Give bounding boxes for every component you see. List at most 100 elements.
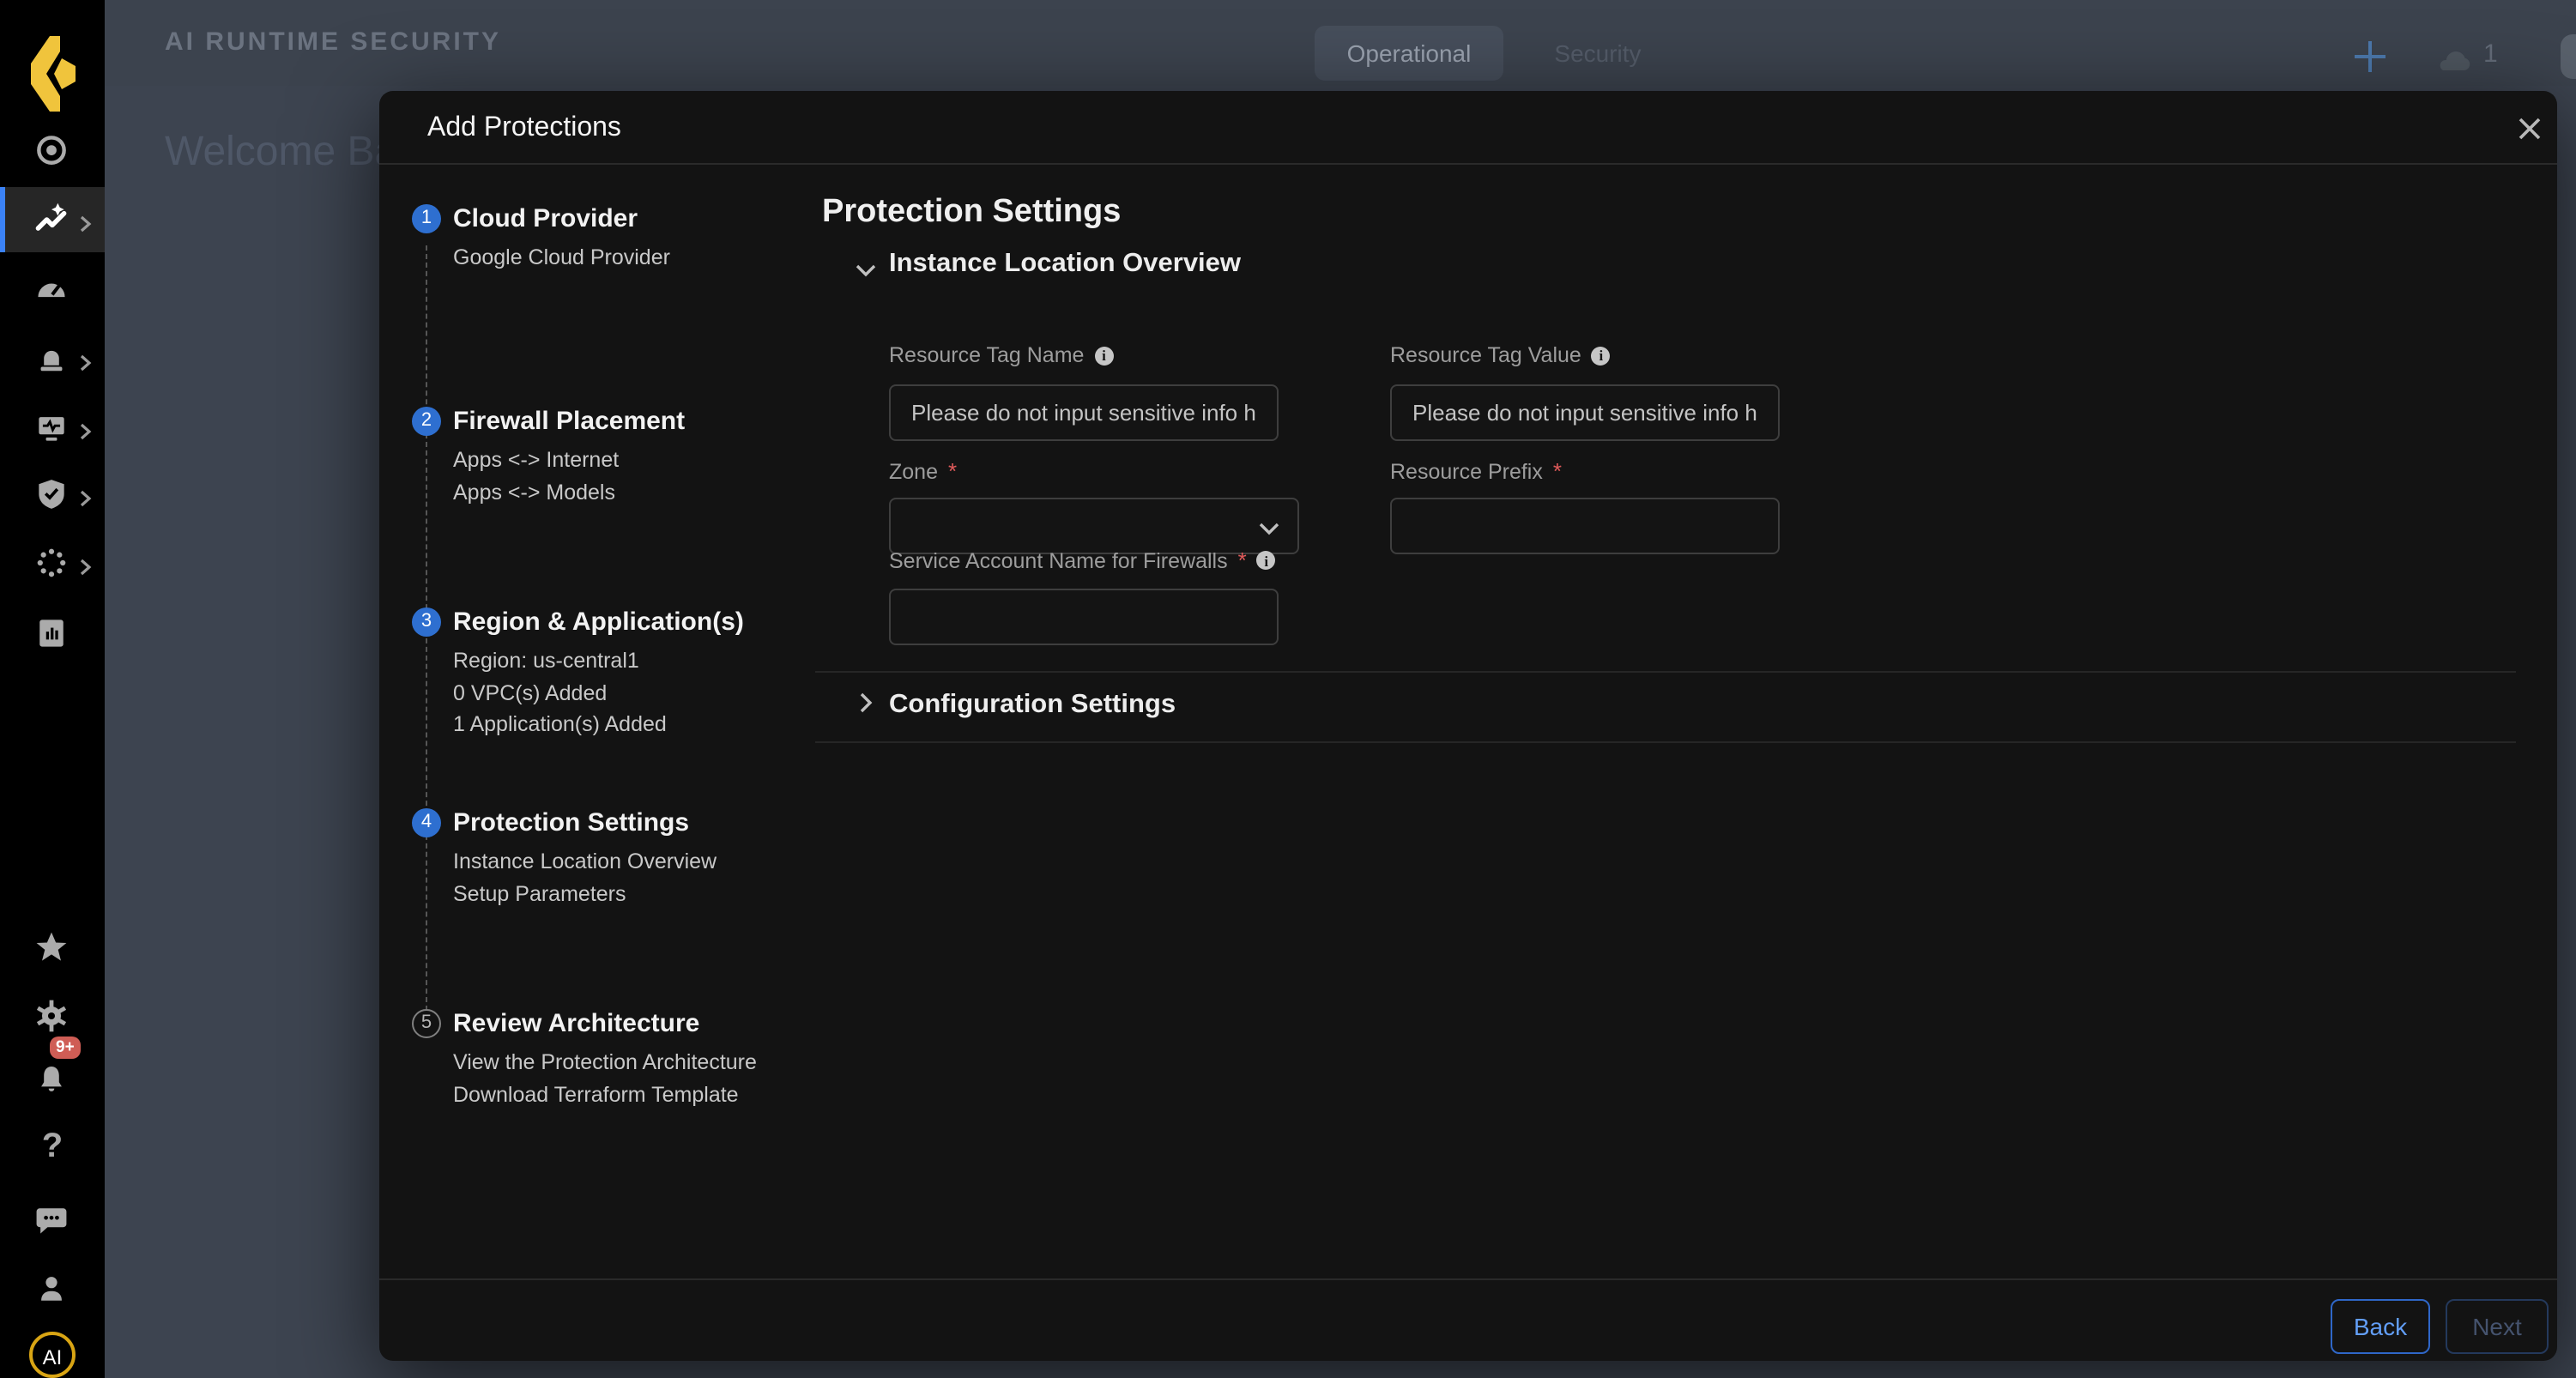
dotted-circle-icon bbox=[33, 544, 70, 582]
sidebar-item-help[interactable]: ? bbox=[0, 1121, 105, 1186]
add-protections-modal: Add Protections 1 Cloud Provider Google … bbox=[379, 91, 2557, 1361]
siren-icon bbox=[33, 340, 70, 378]
sidebar-item-reports[interactable] bbox=[0, 601, 105, 666]
modal-footer: Back Next bbox=[379, 1278, 2557, 1361]
tab-security[interactable]: Security bbox=[1503, 26, 1692, 81]
profile-icon-partial[interactable] bbox=[2561, 34, 2576, 79]
gauge-icon bbox=[33, 269, 70, 307]
wizard-step-protection-settings[interactable]: 4 Protection Settings Instance Location … bbox=[412, 808, 717, 910]
shield-check-icon bbox=[33, 475, 70, 513]
step-subtitle: Apps <-> Internet bbox=[453, 444, 685, 476]
resource-prefix-input[interactable] bbox=[1390, 498, 1780, 554]
sparkle-trend-icon bbox=[33, 201, 70, 239]
step-subtitle: Download Terraform Template bbox=[453, 1079, 757, 1110]
report-icon bbox=[33, 614, 70, 652]
step-subtitle: Google Cloud Provider bbox=[453, 242, 670, 274]
wizard-step-firewall-placement[interactable]: 2 Firewall Placement Apps <-> Internet A… bbox=[412, 407, 685, 508]
step-subtitle: 0 VPC(s) Added bbox=[453, 677, 744, 709]
cloud-count: 1 bbox=[2483, 39, 2498, 69]
step-subtitle: Region: us-central1 bbox=[453, 645, 744, 677]
notification-badge: 9+ bbox=[50, 1037, 81, 1059]
step-number-badge: 3 bbox=[412, 607, 441, 637]
sidebar-item-feedback[interactable] bbox=[0, 1188, 105, 1253]
sidebar-item-shield-policies[interactable] bbox=[0, 462, 105, 527]
section-divider bbox=[815, 741, 2516, 743]
monitor-pulse-icon bbox=[33, 408, 70, 446]
resource-prefix-label: Resource Prefix * bbox=[1390, 458, 1562, 484]
sidebar-item-ai-monitor[interactable] bbox=[0, 187, 105, 252]
step-number-badge: 4 bbox=[412, 808, 441, 837]
bell-icon bbox=[33, 1061, 70, 1098]
required-marker: * bbox=[948, 458, 957, 484]
sidebar-item-ai-assistant[interactable]: AI bbox=[0, 1332, 105, 1378]
step-subtitle: Apps <-> Models bbox=[453, 476, 685, 508]
chevron-right-icon bbox=[79, 211, 93, 230]
next-button[interactable]: Next bbox=[2446, 1299, 2549, 1354]
section-instance-location-overview[interactable]: Instance Location Overview bbox=[889, 249, 1241, 280]
step-subtitle: Instance Location Overview bbox=[453, 846, 717, 878]
step-number-badge: 1 bbox=[412, 204, 441, 233]
sidebar-item-profile[interactable] bbox=[0, 1256, 105, 1321]
step-title: Review Architecture bbox=[453, 1009, 757, 1038]
top-header: AI RUNTIME SECURITY Operational Security… bbox=[105, 0, 2576, 86]
close-icon[interactable] bbox=[2514, 113, 2545, 144]
chevron-right-icon bbox=[79, 554, 93, 573]
service-account-label: Service Account Name for Firewalls * i bbox=[889, 547, 1276, 573]
star-icon bbox=[33, 928, 70, 966]
content-heading: Protection Settings bbox=[822, 194, 1121, 232]
sidebar-item-radar[interactable] bbox=[0, 118, 105, 184]
modal-header: Add Protections bbox=[379, 91, 2557, 165]
section-divider bbox=[815, 671, 2516, 673]
sidebar-item-system-health[interactable] bbox=[0, 395, 105, 460]
required-marker: * bbox=[1553, 458, 1562, 484]
wizard-step-review-architecture[interactable]: 5 Review Architecture View the Protectio… bbox=[412, 1009, 757, 1110]
app-root: AI RUNTIME SECURITY Operational Security… bbox=[0, 0, 2576, 1378]
step-subtitle: View the Protection Architecture bbox=[453, 1047, 757, 1079]
sidebar-item-favorites[interactable] bbox=[0, 915, 105, 980]
modal-title: Add Protections bbox=[427, 91, 621, 165]
sidebar-item-notifications[interactable]: 9+ bbox=[0, 1047, 105, 1112]
ai-avatar: AI bbox=[29, 1332, 76, 1378]
required-marker: * bbox=[1238, 547, 1247, 573]
resource-tag-value-input[interactable] bbox=[1390, 384, 1780, 441]
step-number-badge: 5 bbox=[412, 1009, 441, 1038]
wizard-step-cloud-provider[interactable]: 1 Cloud Provider Google Cloud Provider bbox=[412, 204, 670, 274]
tab-operational[interactable]: Operational bbox=[1315, 26, 1503, 81]
step-title: Protection Settings bbox=[453, 808, 717, 837]
resource-tag-value-label: Resource Tag Value i bbox=[1390, 343, 1611, 367]
chevron-right-icon[interactable] bbox=[858, 692, 880, 714]
step-subtitle: Setup Parameters bbox=[453, 878, 717, 910]
cloud-icon[interactable] bbox=[2434, 43, 2475, 72]
left-sidebar: 9+ ? AI bbox=[0, 0, 105, 1378]
step-subtitle: 1 Application(s) Added bbox=[453, 709, 744, 740]
sidebar-item-alerts[interactable] bbox=[0, 326, 105, 391]
add-icon[interactable] bbox=[2351, 38, 2389, 76]
gear-icon bbox=[33, 997, 70, 1035]
brand-logo-icon[interactable] bbox=[26, 34, 79, 113]
sidebar-item-dashboard[interactable] bbox=[0, 256, 105, 321]
info-icon[interactable]: i bbox=[1592, 346, 1611, 365]
chevron-right-icon bbox=[79, 419, 93, 438]
sidebar-item-processing[interactable] bbox=[0, 530, 105, 595]
zone-select[interactable] bbox=[889, 498, 1299, 554]
step-title: Firewall Placement bbox=[453, 407, 685, 436]
radar-icon bbox=[33, 132, 70, 170]
question-icon: ? bbox=[0, 1127, 105, 1167]
zone-label: Zone * bbox=[889, 458, 957, 484]
back-button[interactable]: Back bbox=[2331, 1299, 2430, 1354]
info-icon[interactable]: i bbox=[1257, 551, 1276, 570]
app-title: AI RUNTIME SECURITY bbox=[165, 0, 501, 86]
info-icon[interactable]: i bbox=[1094, 346, 1113, 365]
chevron-right-icon bbox=[79, 486, 93, 505]
person-icon bbox=[33, 1270, 70, 1308]
wizard-step-region-applications[interactable]: 3 Region & Application(s) Region: us-cen… bbox=[412, 607, 744, 740]
step-title: Region & Application(s) bbox=[453, 607, 744, 637]
service-account-input[interactable] bbox=[889, 589, 1279, 645]
chat-bubble-icon bbox=[33, 1201, 70, 1239]
step-title: Cloud Provider bbox=[453, 204, 670, 233]
chevron-down-icon[interactable] bbox=[855, 256, 877, 278]
step-number-badge: 2 bbox=[412, 407, 441, 436]
resource-tag-name-input[interactable] bbox=[889, 384, 1279, 441]
chevron-right-icon bbox=[79, 350, 93, 369]
section-configuration-settings[interactable]: Configuration Settings bbox=[889, 690, 1176, 721]
